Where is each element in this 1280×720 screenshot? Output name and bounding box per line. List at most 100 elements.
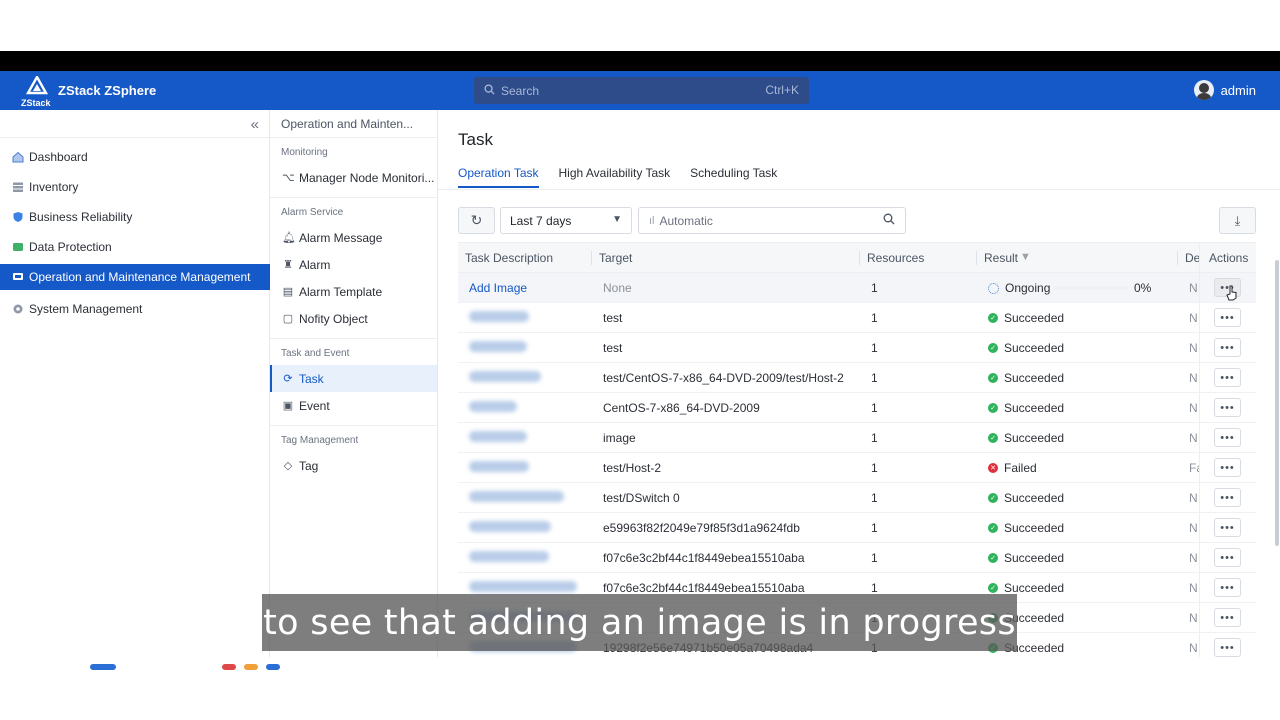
download-button[interactable]: ⤓ [1219, 207, 1256, 234]
sidebar-item-notify-object[interactable]: ▢ Nofity Object [270, 305, 437, 332]
refresh-button[interactable]: ↻ [458, 207, 495, 234]
sidebar-item-label: Dashboard [29, 150, 88, 164]
column-header-resources[interactable]: Resources [867, 251, 924, 265]
tab-high-availability-task[interactable]: High Availability Task [559, 166, 671, 188]
more-actions-button[interactable]: ••• [1214, 488, 1241, 507]
blurred-text [469, 551, 549, 562]
group-task-event: Task and Event [281, 348, 350, 359]
app-window: ZStack ZStack ZSphere Search Ctrl+K admi… [0, 71, 1280, 657]
result-label: Succeeded [1004, 431, 1065, 445]
sidebar-item-event[interactable]: ▣ Event [270, 392, 437, 419]
table-row[interactable]: test 1 ✓ Succeeded N ••• [458, 333, 1256, 363]
result-cell: ✓ Succeeded [988, 581, 1064, 595]
progress-bar [1054, 286, 1128, 290]
result-label: Succeeded [1004, 341, 1065, 355]
tag-icon: ◇ [283, 460, 293, 472]
sidebar-item-manager-node[interactable]: ⌥ Manager Node Monitori... [270, 164, 437, 191]
user-menu[interactable]: admin [1193, 80, 1256, 100]
sidebar-item-alarm[interactable]: ♜ Alarm [270, 251, 437, 278]
sidebar-item-dashboard[interactable]: Dashboard [0, 142, 270, 172]
result-label: Succeeded [1004, 491, 1065, 505]
loading-spinner-icon [988, 282, 999, 294]
table-row[interactable]: image 1 ✓ Succeeded N ••• [458, 423, 1256, 453]
more-actions-button[interactable]: ••• [1214, 608, 1241, 627]
sidebar-item-business-reliability[interactable]: Business Reliability [0, 202, 270, 232]
detail-cell: N [1189, 341, 1198, 355]
more-actions-button[interactable]: ••• [1214, 338, 1241, 357]
shield-icon [12, 211, 24, 223]
more-actions-button[interactable]: ••• [1214, 518, 1241, 537]
sidebar-item-alarm-message[interactable]: 🔔︎ Alarm Message [270, 224, 437, 251]
table-row[interactable]: test/CentOS-7-x86_64-DVD-2009/test/Host-… [458, 363, 1256, 393]
column-header-target[interactable]: Target [599, 251, 632, 265]
more-actions-button[interactable]: ••• [1214, 458, 1241, 477]
sub-item-label: Alarm Template [299, 284, 383, 299]
more-actions-button[interactable]: ••• [1214, 368, 1241, 387]
task-description-cell[interactable]: Add Image [469, 281, 527, 295]
sidebar-item-task[interactable]: ⟳ Task [270, 365, 437, 392]
result-label: Succeeded [1004, 521, 1065, 535]
document-icon: ▤ [282, 286, 294, 298]
secondary-sidebar: Operation and Mainten... Monitoring ⌥ Ma… [270, 110, 438, 657]
table-row[interactable]: test 1 ✓ Succeeded N ••• [458, 303, 1256, 333]
table-row[interactable]: CentOS-7-x86_64-DVD-2009 1 ✓ Succeeded N ••• [458, 393, 1256, 423]
task-description-cell [469, 551, 549, 565]
table-row[interactable]: e59963f82f2049e79f85f3d1a9624fdb 1 ✓ Succee… [458, 513, 1256, 543]
sidebar-item-inventory[interactable]: Inventory [0, 172, 270, 202]
target-cell: CentOS-7-x86_64-DVD-2009 [603, 401, 760, 415]
filter-funnel-icon[interactable]: ▼ [1020, 251, 1031, 263]
sidebar: « Dashboard Inventory Business Reliabili… [0, 110, 270, 657]
success-icon: ✓ [988, 343, 998, 353]
more-actions-button[interactable]: ••• [1214, 578, 1241, 597]
result-cell: ✕ Failed [988, 461, 1037, 475]
table-row[interactable]: test/Host-2 1 ✕ Failed Fa ••• [458, 453, 1256, 483]
sidebar-item-operation-maintenance[interactable]: Operation and Maintenance Management [0, 264, 270, 290]
actions-cell: ••• [1199, 513, 1256, 542]
global-search-input[interactable]: Search Ctrl+K [474, 77, 809, 104]
actions-header-cell: Actions [1199, 243, 1256, 272]
sidebar-item-tag[interactable]: ◇ Tag [270, 452, 437, 479]
more-actions-button[interactable]: ••• [1214, 398, 1241, 417]
vertical-scrollbar[interactable] [1275, 260, 1279, 546]
more-actions-button[interactable]: ••• [1214, 548, 1241, 567]
table-row[interactable]: Add Image None 1 Ongoing 0% N ••• [458, 273, 1256, 303]
table-row[interactable]: f07c6e3c2bf44c1f8449ebea15510aba 1 ✓ Succee… [458, 543, 1256, 573]
table-toolbar: ↻ Last 7 days ▼ ıl Automatic ⤓ [458, 207, 1256, 235]
collapse-sidebar-icon[interactable]: « [251, 116, 259, 133]
sidebar-item-label: Inventory [29, 180, 79, 194]
group-alarm-service: Alarm Service [281, 207, 344, 218]
result-cell: ✓ Succeeded [988, 551, 1064, 565]
data-protection-icon [12, 241, 24, 253]
column-separator [591, 251, 592, 265]
blurred-text [469, 431, 527, 442]
time-range-select[interactable]: Last 7 days ▼ [500, 207, 632, 234]
search-icon[interactable] [883, 213, 895, 228]
gear-icon [12, 303, 24, 315]
task-description-link[interactable]: Add Image [469, 281, 527, 295]
blurred-text [469, 371, 541, 382]
top-black-bar [0, 51, 1280, 71]
monitor-icon [12, 271, 24, 283]
filter-search-input[interactable]: ıl Automatic [638, 207, 906, 234]
task-description-cell [469, 311, 529, 325]
divider [0, 137, 270, 138]
target-cell: None [603, 281, 632, 295]
alarm-icon: ♜ [283, 259, 293, 271]
table-header: Task Description Target Resources Result… [458, 242, 1256, 273]
result-label: Succeeded [1004, 401, 1065, 415]
target-cell: test/CentOS-7-x86_64-DVD-2009/test/Host-… [603, 371, 844, 385]
sidebar-item-alarm-template[interactable]: ▤ Alarm Template [270, 278, 437, 305]
tab-operation-task[interactable]: Operation Task [458, 166, 539, 188]
more-actions-button[interactable]: ••• [1214, 308, 1241, 327]
more-actions-button[interactable]: ••• [1214, 428, 1241, 447]
column-header-task-description[interactable]: Task Description [465, 251, 553, 265]
tab-scheduling-task[interactable]: Scheduling Task [690, 166, 777, 188]
app-logo[interactable]: ZStack ZStack ZSphere [21, 75, 157, 108]
app-title: ZStack ZSphere [58, 83, 157, 98]
table-row[interactable]: test/DSwitch 0 1 ✓ Succeeded N ••• [458, 483, 1256, 513]
sidebar-item-system-management[interactable]: System Management [0, 294, 270, 324]
sidebar-item-label: Operation and Maintenance Management [29, 270, 251, 284]
sidebar-item-data-protection[interactable]: Data Protection [0, 232, 270, 262]
column-header-result[interactable]: Result [984, 251, 1018, 265]
more-actions-button[interactable]: ••• [1214, 638, 1241, 657]
